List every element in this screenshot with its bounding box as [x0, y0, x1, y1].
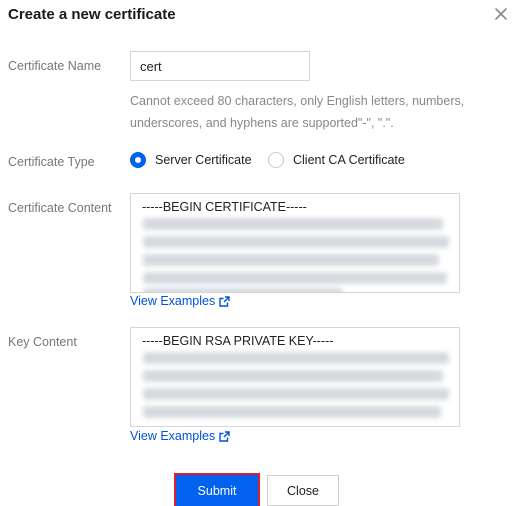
redacted-line [143, 254, 439, 266]
external-link-icon [219, 295, 230, 307]
close-icon[interactable] [492, 5, 510, 23]
view-examples-label: View Examples [130, 429, 216, 443]
redacted-line [143, 288, 343, 292]
radio-unchecked-icon [268, 152, 284, 168]
certificate-name-hint: Cannot exceed 80 characters, only Englis… [130, 94, 465, 130]
redacted-line [143, 370, 443, 382]
radio-client-ca-certificate-label: Client CA Certificate [293, 153, 405, 167]
redacted-line [143, 406, 441, 418]
certificate-name-input[interactable] [130, 51, 310, 81]
submit-button[interactable]: Submit [174, 473, 260, 506]
key-content-label: Key Content [8, 335, 77, 349]
redacted-line [143, 218, 443, 230]
view-examples-link-certificate[interactable]: View Examples [130, 294, 230, 308]
certificate-type-label: Certificate Type [8, 155, 95, 169]
close-button[interactable]: Close [267, 475, 339, 506]
radio-client-ca-certificate[interactable]: Client CA Certificate [268, 150, 405, 170]
certificate-name-label: Certificate Name [8, 59, 102, 73]
certificate-content-first-line: -----BEGIN CERTIFICATE----- [142, 200, 307, 214]
redacted-line [143, 272, 447, 284]
redacted-line [143, 352, 449, 364]
view-examples-label: View Examples [130, 294, 216, 308]
key-content-first-line: -----BEGIN RSA PRIVATE KEY----- [142, 334, 334, 348]
key-content-textarea[interactable]: -----BEGIN RSA PRIVATE KEY----- [130, 327, 460, 427]
external-link-icon [219, 430, 230, 442]
radio-server-certificate-label: Server Certificate [155, 153, 252, 167]
dialog-title: Create a new certificate [8, 6, 176, 23]
redacted-line [143, 388, 449, 400]
radio-server-certificate[interactable]: Server Certificate [130, 150, 252, 170]
radio-checked-icon [130, 152, 146, 168]
certificate-content-label: Certificate Content [8, 201, 112, 215]
redacted-line [143, 236, 449, 248]
view-examples-link-key[interactable]: View Examples [130, 429, 230, 443]
create-certificate-dialog: Create a new certificate Certificate Nam… [0, 0, 514, 506]
certificate-content-textarea[interactable]: -----BEGIN CERTIFICATE----- [130, 193, 460, 293]
